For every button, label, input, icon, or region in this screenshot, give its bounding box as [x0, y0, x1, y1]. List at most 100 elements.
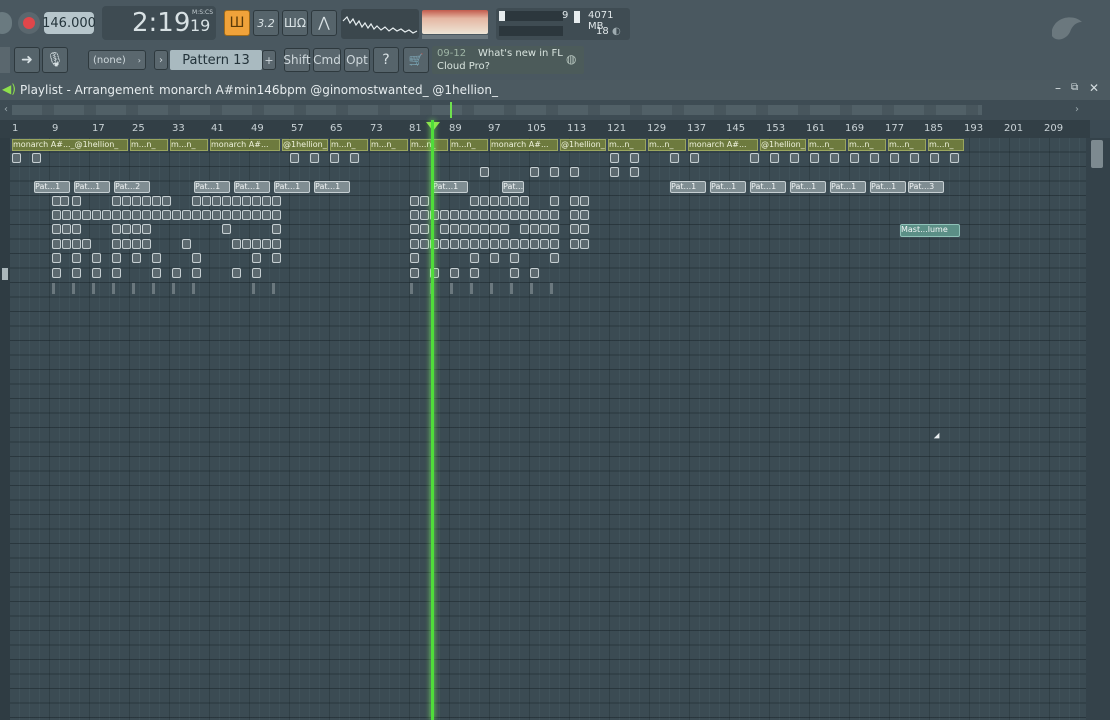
arrow-right-button[interactable]: ➜: [14, 47, 40, 73]
pattern-block[interactable]: [92, 210, 101, 220]
pattern-block[interactable]: [790, 153, 799, 163]
pattern-block[interactable]: [410, 196, 419, 206]
pattern-block[interactable]: [830, 153, 839, 163]
pattern-block[interactable]: [470, 210, 479, 220]
pattern-block[interactable]: [930, 153, 939, 163]
pattern-block[interactable]: [122, 239, 131, 249]
pattern-block[interactable]: [72, 239, 81, 249]
pattern-block[interactable]: [490, 196, 499, 206]
pattern-clip[interactable]: Pat...1: [314, 181, 350, 193]
pattern-block[interactable]: [480, 196, 489, 206]
pattern-block[interactable]: [890, 153, 899, 163]
pattern-block[interactable]: [232, 268, 241, 278]
track-selector-handle[interactable]: [2, 268, 8, 280]
pattern-block[interactable]: [520, 239, 529, 249]
pattern-block[interactable]: [420, 196, 429, 206]
pattern-block[interactable]: [540, 210, 549, 220]
pattern-block[interactable]: [252, 196, 261, 206]
pattern-block[interactable]: [172, 210, 181, 220]
pattern-block[interactable]: [550, 210, 559, 220]
pattern-block[interactable]: [132, 210, 141, 220]
audio-clip[interactable]: m...n_: [928, 139, 964, 151]
audio-clip[interactable]: m...n_: [330, 139, 368, 151]
audio-clip[interactable]: m...n_: [450, 139, 488, 151]
pattern-block[interactable]: [490, 239, 499, 249]
pattern-block[interactable]: [580, 210, 589, 220]
pattern-clip[interactable]: Pat...1: [750, 181, 786, 193]
pattern-block[interactable]: [530, 210, 539, 220]
pattern-block[interactable]: [530, 167, 539, 177]
pattern-block[interactable]: [112, 210, 121, 220]
pattern-block[interactable]: [910, 153, 919, 163]
pattern-block[interactable]: [500, 239, 509, 249]
audio-clip[interactable]: m...n_: [848, 139, 886, 151]
pattern-block[interactable]: [550, 196, 559, 206]
pattern-block[interactable]: [192, 210, 201, 220]
pattern-block[interactable]: [510, 268, 519, 278]
pattern-block[interactable]: [460, 239, 469, 249]
pattern-block[interactable]: [102, 210, 111, 220]
pattern-block[interactable]: [12, 153, 21, 163]
pattern-block[interactable]: [350, 153, 359, 163]
pattern-clip[interactable]: Pat...1: [870, 181, 906, 193]
pattern-block[interactable]: [72, 268, 81, 278]
pattern-block[interactable]: [520, 224, 529, 234]
pattern-block[interactable]: [112, 196, 121, 206]
typing-keyboard-button[interactable]: Ш: [224, 10, 250, 36]
opt-button[interactable]: Opt: [344, 48, 370, 72]
pattern-block[interactable]: [62, 239, 71, 249]
pattern-block[interactable]: [182, 239, 191, 249]
pattern-block[interactable]: [112, 268, 121, 278]
pattern-block[interactable]: [510, 253, 519, 263]
pattern-block[interactable]: [162, 210, 171, 220]
pattern-block[interactable]: [450, 268, 459, 278]
pattern-block[interactable]: [222, 196, 231, 206]
pattern-block[interactable]: [550, 224, 559, 234]
pattern-block[interactable]: [520, 210, 529, 220]
pattern-block[interactable]: [580, 239, 589, 249]
pattern-block[interactable]: [262, 210, 271, 220]
pattern-block[interactable]: [132, 239, 141, 249]
pattern-clip[interactable]: Pat...1: [74, 181, 110, 193]
pattern-block[interactable]: [122, 224, 131, 234]
tempo-display[interactable]: 146.000: [42, 12, 96, 34]
pattern-block[interactable]: [262, 196, 271, 206]
pattern-block[interactable]: [122, 210, 131, 220]
pattern-block[interactable]: [470, 239, 479, 249]
pattern-clip[interactable]: Pat...2: [114, 181, 150, 193]
pattern-block[interactable]: [52, 224, 61, 234]
pattern-clip[interactable]: Pat...1: [34, 181, 70, 193]
track-header-strip[interactable]: [0, 138, 10, 720]
pattern-block[interactable]: [420, 239, 429, 249]
maximize-icon[interactable]: ⧉: [1071, 82, 1078, 93]
pattern-block[interactable]: [510, 210, 519, 220]
microphone-button[interactable]: 🎙: [42, 47, 68, 73]
pattern-clip[interactable]: Pat...1: [194, 181, 230, 193]
pattern-block[interactable]: [510, 196, 519, 206]
pattern-block[interactable]: [410, 268, 419, 278]
pattern-block[interactable]: [420, 224, 429, 234]
pattern-clip[interactable]: Pat...1: [670, 181, 706, 193]
pattern-block[interactable]: [72, 224, 81, 234]
plugin-picker-button[interactable]: ?: [373, 47, 399, 73]
pattern-block[interactable]: [242, 196, 251, 206]
pattern-block[interactable]: [252, 253, 261, 263]
pattern-block[interactable]: [420, 210, 429, 220]
pattern-block[interactable]: [152, 253, 161, 263]
pattern-block[interactable]: [690, 153, 699, 163]
pattern-block[interactable]: [550, 167, 559, 177]
automation-clip[interactable]: Mast...lume: [900, 224, 960, 237]
pattern-block[interactable]: [232, 210, 241, 220]
pattern-block[interactable]: [202, 196, 211, 206]
pattern-block[interactable]: [142, 239, 151, 249]
pattern-block[interactable]: [222, 210, 231, 220]
pattern-block[interactable]: [192, 196, 201, 206]
audio-clip[interactable]: m...n_: [370, 139, 408, 151]
pattern-selector[interactable]: Pattern 13: [170, 50, 262, 70]
pattern-block[interactable]: [580, 196, 589, 206]
pattern-block[interactable]: [142, 224, 151, 234]
pattern-block[interactable]: [490, 253, 499, 263]
playhead-line[interactable]: [431, 120, 434, 720]
vertical-scroll-thumb[interactable]: [1091, 140, 1103, 168]
pattern-block[interactable]: [192, 253, 201, 263]
